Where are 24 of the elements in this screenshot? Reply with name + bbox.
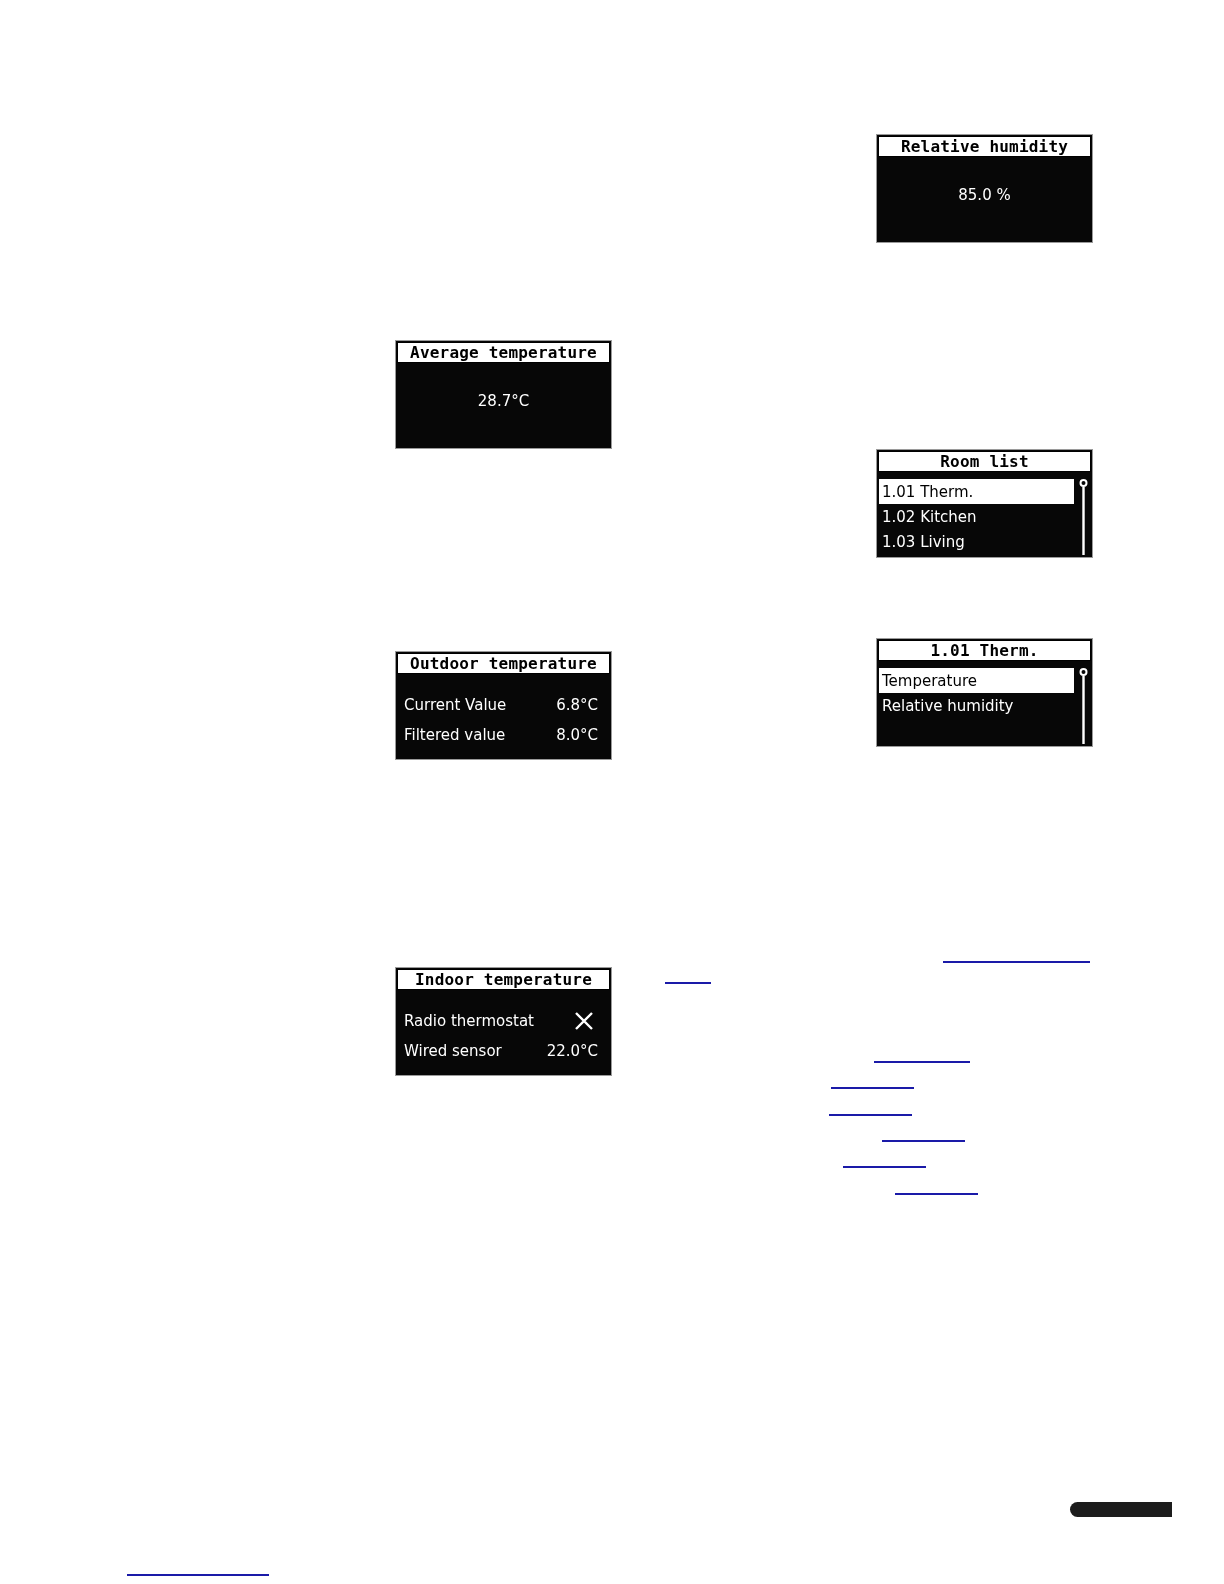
row-value: 22.0°C — [546, 1042, 598, 1060]
screen-title: 1.01 Therm. — [878, 640, 1091, 661]
screen-title: Indoor temperature — [397, 969, 610, 990]
screen-title: Outdoor temperature — [397, 653, 610, 674]
scroll-indicator-icon — [1079, 668, 1088, 744]
screen-title: Room list — [878, 451, 1091, 472]
menu-item[interactable]: Relative humidity — [879, 693, 1074, 718]
menu-item[interactable]: 1.01 Therm. — [879, 479, 1074, 504]
row-value: 6.8°C — [556, 696, 598, 714]
row-label: Radio thermostat — [404, 1012, 534, 1030]
reading-value: 28.7°C — [477, 392, 530, 410]
link-underline — [665, 982, 711, 984]
screen-title: Average temperature — [397, 342, 610, 363]
menu-item[interactable]: 1.02 Kitchen — [879, 504, 1074, 529]
menu-item[interactable]: Temperature — [879, 668, 1074, 693]
row-label: Filtered value — [404, 726, 506, 744]
row-label: Wired sensor — [404, 1042, 502, 1060]
menu-item[interactable]: 1.03 Living — [879, 529, 1074, 554]
reading-value: 85.0 % — [958, 186, 1011, 204]
screen-title: Relative humidity — [878, 136, 1091, 157]
cross-icon — [574, 1011, 594, 1031]
row-label: Current Value — [404, 696, 507, 714]
row-value: 8.0°C — [556, 726, 598, 744]
scroll-indicator-icon — [1079, 479, 1088, 555]
